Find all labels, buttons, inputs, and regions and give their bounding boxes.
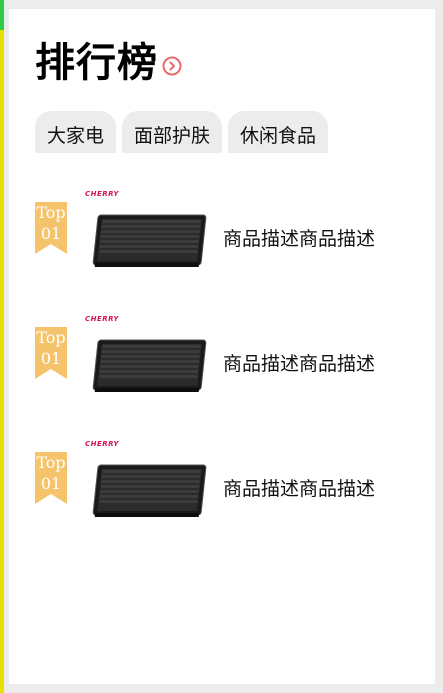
ranking-list: Top 01 CHERRY 商品描述商品描述 Top 01 CHERRY 商品描… [9,185,435,560]
rank-top-label: Top [36,328,66,347]
rank-number: 01 [40,224,62,243]
category-tabs: 大家电 面部护肤 休闲食品 [35,111,329,153]
tab-label: 休闲食品 [240,125,317,147]
tab-appliances[interactable]: 大家电 [35,111,117,153]
rank-top-label: Top [36,203,66,222]
list-item[interactable]: Top 01 CHERRY 商品描述商品描述 [9,310,435,435]
left-edge-strip [0,0,4,693]
rank-badge: Top 01 [35,452,67,504]
ranking-card: 排行榜 大家电 面部护肤 休闲食品 Top 01 CHERRY 商品描述商品描述… [9,9,435,684]
tab-snacks[interactable]: 休闲食品 [228,111,329,153]
keyboard-image[interactable] [83,185,213,280]
tab-skincare[interactable]: 面部护肤 [122,111,223,153]
rank-number: 01 [40,474,62,493]
list-item[interactable]: Top 01 CHERRY 商品描述商品描述 [9,435,435,560]
tab-label: 面部护肤 [134,125,211,147]
title-row: 排行榜 [35,39,182,87]
page-title: 排行榜 [35,40,158,86]
product-description[interactable]: 商品描述商品描述 [223,224,375,251]
keyboard-image[interactable] [83,435,213,530]
product-description[interactable]: 商品描述商品描述 [223,474,375,501]
chevron-right-circle-icon[interactable] [162,56,182,76]
rank-top-label: Top [36,453,66,472]
rank-number: 01 [40,349,62,368]
keyboard-image[interactable] [83,310,213,405]
rank-badge: Top 01 [35,327,67,379]
product-description[interactable]: 商品描述商品描述 [223,349,375,376]
rank-badge: Top 01 [35,202,67,254]
list-item[interactable]: Top 01 CHERRY 商品描述商品描述 [9,185,435,310]
tab-label: 大家电 [47,125,105,147]
